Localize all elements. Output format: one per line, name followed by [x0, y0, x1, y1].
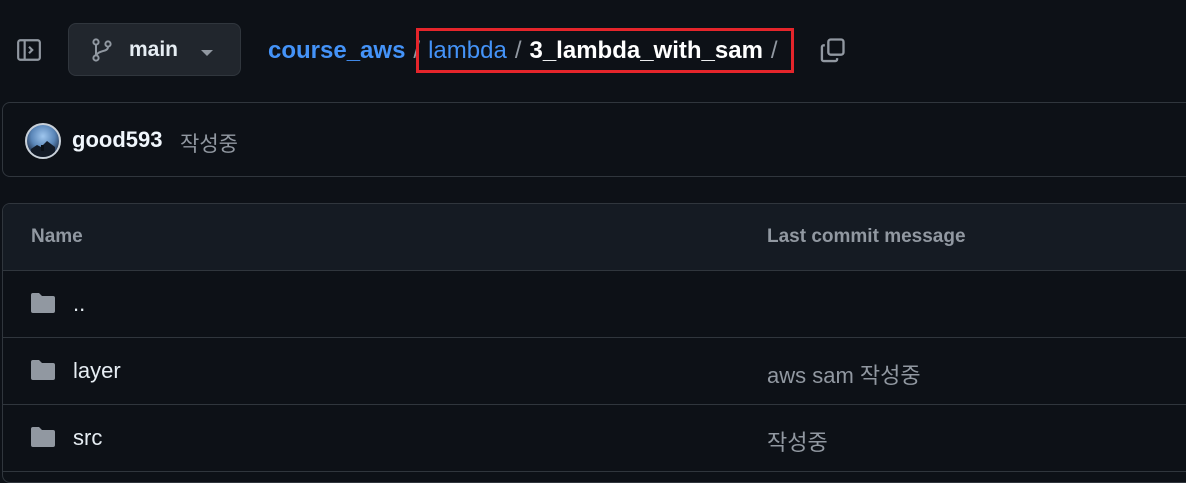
sidebar-toggle-icon[interactable]	[16, 37, 42, 63]
branch-name: main	[129, 38, 179, 61]
copy-path-icon[interactable]	[819, 36, 847, 64]
folder-icon	[30, 426, 56, 448]
row-commit-message[interactable]: aws sam 작성중	[767, 358, 921, 390]
row-commit-message[interactable]: 작성중	[767, 425, 828, 457]
breadcrumb: course_aws / lambda / 3_lambda_with_sam …	[268, 33, 786, 69]
chevron-down-icon	[200, 45, 214, 56]
breadcrumb-separator: /	[413, 37, 421, 64]
branch-selector-button[interactable]: main	[68, 23, 241, 76]
breadcrumb-separator: /	[514, 37, 522, 64]
table-row[interactable]: ..	[3, 271, 1186, 338]
commit-author-link[interactable]: good593	[72, 127, 162, 153]
table-row[interactable]: layer aws sam 작성중	[3, 338, 1186, 405]
column-header-name: Name	[31, 226, 83, 247]
breadcrumb-repo-link[interactable]: course_aws	[268, 37, 405, 65]
file-name-link[interactable]: layer	[73, 358, 121, 384]
breadcrumb-current-folder: 3_lambda_with_sam	[529, 37, 763, 64]
latest-commit-bar: good593 작성중	[2, 102, 1186, 177]
breadcrumb-separator: /	[770, 37, 778, 64]
commit-message-link[interactable]: 작성중	[180, 128, 238, 158]
git-branch-icon	[91, 38, 113, 62]
column-header-last-commit: Last commit message	[767, 226, 966, 247]
table-header: Name Last commit message	[3, 204, 1186, 271]
file-name-link[interactable]: src	[73, 425, 102, 451]
folder-icon	[30, 359, 56, 381]
file-table: Name Last commit message .. layer aws sa…	[2, 203, 1186, 483]
avatar[interactable]	[25, 123, 61, 159]
folder-icon	[30, 292, 56, 314]
file-name-link[interactable]: ..	[73, 291, 85, 317]
table-row[interactable]: src 작성중	[3, 405, 1186, 472]
breadcrumb-lambda-link[interactable]: lambda	[428, 37, 507, 65]
repo-header: main course_aws / lambda / 3_lambda_with…	[0, 0, 1186, 100]
